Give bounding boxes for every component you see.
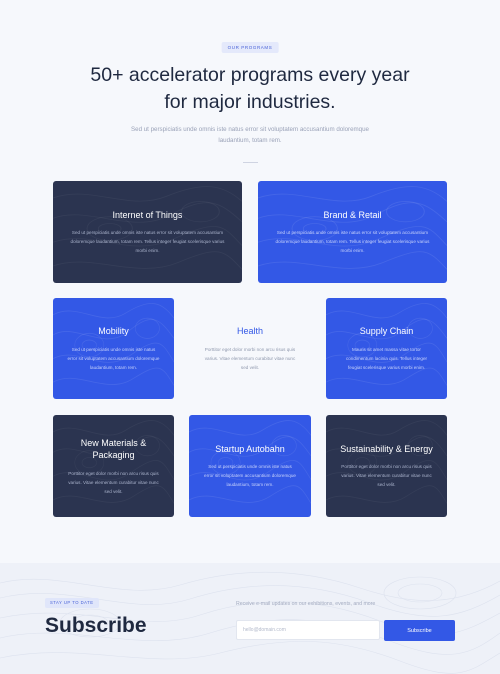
section-title: 50+ accelerator programs every year for … <box>90 64 410 113</box>
subscribe-button[interactable]: Subscribe <box>384 620 455 641</box>
program-card-description: Sed ut perspiciatis unde omnis iste natu… <box>275 230 430 254</box>
program-card-health[interactable]: Health Porttitor eget dolor morbi non ar… <box>189 298 311 399</box>
program-card-brand-retail[interactable]: Brand & Retail Sed ut perspiciatis unde … <box>258 181 447 283</box>
program-card-new-materials-packaging[interactable]: New Materials & Packaging Porttitor eget… <box>53 415 174 517</box>
program-card-title: Startup Autobahn <box>215 443 285 454</box>
program-card-description: Sed ut perspiciatis unde omnis iste natu… <box>204 464 296 488</box>
email-input[interactable] <box>236 620 380 640</box>
divider <box>243 162 258 163</box>
subscribe-title: Subscribe <box>45 614 147 637</box>
subscribe-section: STAY UP TO DATE Subscribe Receive e-mail… <box>0 563 500 674</box>
program-card-description: Porttitor eget dolor morbi non arcu risu… <box>68 470 159 494</box>
subscribe-badge: STAY UP TO DATE <box>45 598 99 608</box>
program-card-title: Sustainability & Energy <box>340 443 433 454</box>
program-card-supply-chain[interactable]: Supply Chain Mauris sit amet massa vitae… <box>326 298 447 399</box>
program-card-title: Internet of Things <box>112 209 183 220</box>
topographic-pattern <box>53 420 174 504</box>
programs-section: OUR PROGRAMS 50+ accelerator programs ev… <box>0 0 500 560</box>
program-card-title: Mobility <box>98 326 129 337</box>
program-card-description: Porttitor eget dolor morbi non arcu risu… <box>204 346 296 370</box>
program-card-sustainability-energy[interactable]: Sustainability & Energy Porttitor eget d… <box>326 415 447 517</box>
program-card-description: Sed ut perspiciatis unde omnis iste natu… <box>70 230 225 254</box>
section-badge: OUR PROGRAMS <box>221 42 279 53</box>
program-card-mobility[interactable]: Mobility Sed ut perspiciatis unde omnis … <box>53 298 174 399</box>
program-card-startup-autobahn[interactable]: Startup Autobahn Sed ut perspiciatis und… <box>189 415 311 517</box>
program-card-title: Health <box>236 326 263 337</box>
program-card-title: Supply Chain <box>359 326 414 337</box>
program-card-description: Mauris sit amet massa vitae tortor condi… <box>345 346 428 370</box>
subscribe-note: Receive e-mail updates on our exhibition… <box>236 601 376 607</box>
program-card-description: Porttitor eget dolor morbi non arcu risu… <box>341 464 432 488</box>
section-subtitle: Sed ut perspiciatis unde omnis iste natu… <box>131 126 369 144</box>
program-card-description: Sed ut perspiciatis unde omnis iste natu… <box>67 346 160 370</box>
program-card-title: Brand & Retail <box>323 209 382 220</box>
program-card-title: New Materials & Packaging <box>80 437 147 461</box>
program-card-internet-of-things[interactable]: Internet of Things Sed ut perspiciatis u… <box>53 181 242 283</box>
